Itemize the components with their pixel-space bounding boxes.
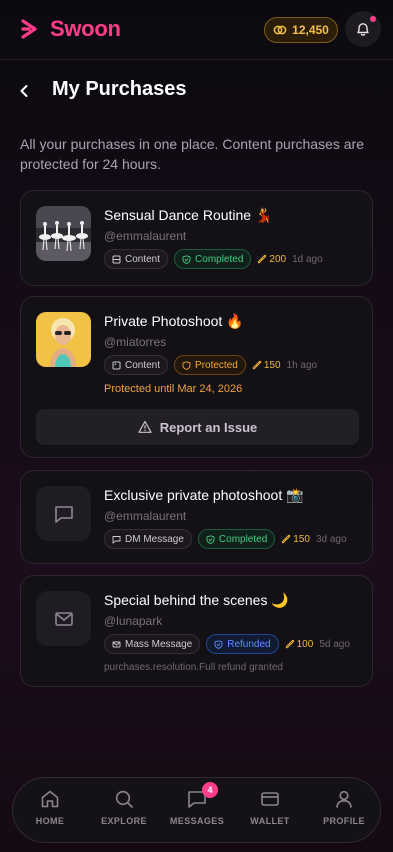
app-name: Swoon (50, 16, 121, 41)
status-label: Refunded (227, 638, 271, 650)
nav-wallet[interactable]: WALLET (235, 788, 305, 834)
envelope-icon (112, 641, 121, 647)
purchase-meta: Content Completed 200 1d ago (104, 249, 323, 269)
report-issue-button[interactable]: Report an Issue (36, 409, 359, 445)
type-chip: Content (104, 355, 169, 375)
logo-chevron-icon (21, 19, 37, 39)
price-value: 200 (269, 253, 287, 265)
creator-handle: @miatorres (104, 335, 167, 349)
status-label: Completed (218, 533, 268, 545)
back-button[interactable] (12, 79, 36, 103)
creator-handle: @emmalaurent (104, 229, 187, 243)
type-label: Mass Message (125, 638, 193, 650)
purchase-meta: DM Message Completed 150 3d ago (104, 529, 347, 549)
status-label: Protected (195, 359, 238, 371)
status-badge: Completed (174, 249, 252, 269)
purchase-meta: Content Protected 150 1h ago (104, 355, 317, 375)
nav-label: EXPLORE (101, 816, 147, 826)
purchase-title: Private Photoshoot 🔥 (104, 313, 244, 329)
warning-icon (138, 420, 152, 433)
nav-label: PROFILE (323, 816, 365, 826)
report-issue-label: Report an Issue (159, 419, 258, 435)
purchase-title: Exclusive private photoshoot 📸 (104, 487, 304, 503)
shield-icon (182, 360, 191, 370)
coin-icon (273, 25, 287, 35)
price: 100 (285, 638, 314, 650)
nav-label: HOME (35, 816, 65, 826)
type-label: Content (125, 253, 161, 265)
type-label: DM Message (125, 533, 184, 545)
check-shield-icon (214, 639, 223, 649)
coin-icon (282, 534, 291, 544)
purchase-card[interactable]: Private Photoshoot 🔥 @miatorres Content … (20, 296, 373, 458)
time-ago: 3d ago (315, 533, 347, 545)
nav-home[interactable]: HOME (15, 788, 85, 834)
coin-icon (285, 639, 294, 649)
check-shield-icon (182, 254, 191, 264)
protection-note: Protected until Mar 24, 2026 (104, 383, 243, 395)
type-chip: Content (104, 249, 169, 269)
image-icon (112, 361, 121, 369)
type-chip: Mass Message (104, 634, 201, 654)
profile-icon (336, 790, 352, 808)
app-logo[interactable]: Swoon (20, 16, 121, 42)
status-badge: Completed (197, 529, 276, 549)
check-shield-icon (206, 534, 215, 544)
top-bar: Swoon 12,450 (0, 0, 393, 60)
price: 150 (281, 534, 310, 545)
status-badge: Refunded (206, 634, 279, 654)
coin-balance-button[interactable]: 12,450 (264, 17, 338, 43)
purchase-card[interactable]: Sensual Dance Routine 💃 @emmalaurent Con… (20, 190, 373, 286)
resolution-text: purchases.resolution.Full refund granted (104, 662, 283, 673)
wallet-icon (261, 792, 279, 806)
coin-icon (258, 254, 267, 264)
ballet-dancers-image (36, 206, 91, 261)
nav-explore[interactable]: EXPLORE (89, 788, 159, 834)
purchase-title: Sensual Dance Routine 💃 (104, 207, 273, 223)
mass-message-thumbnail (36, 591, 91, 646)
nav-profile[interactable]: PROFILE (309, 788, 379, 834)
time-ago: 5d ago (319, 638, 350, 650)
purchase-meta: Mass Message Refunded 100 5d ago (104, 634, 350, 654)
price-value: 100 (296, 638, 314, 650)
purchase-card[interactable]: Exclusive private photoshoot 📸 @emmalaur… (20, 470, 373, 564)
coin-balance: 12,450 (292, 23, 329, 37)
status-label: Completed (195, 253, 244, 265)
chat-icon (112, 535, 121, 544)
unread-badge: 4 (202, 782, 218, 798)
price: 200 (257, 254, 286, 265)
dm-thumbnail (36, 486, 91, 541)
time-ago: 1h ago (286, 359, 318, 371)
woman-sunglasses-image (36, 312, 91, 367)
price-value: 150 (263, 359, 281, 371)
film-icon (112, 255, 121, 263)
nav-label: WALLET (250, 816, 290, 826)
price: 150 (252, 360, 281, 371)
purchase-title: Special behind the scenes 🌙 (104, 592, 289, 608)
creator-handle: @emmalaurent (104, 509, 187, 523)
mail-icon (54, 611, 73, 626)
nav-label: MESSAGES (169, 816, 225, 826)
bottom-nav: HOME EXPLORE 4 MESSAGES WALLET PROFILE (12, 777, 381, 843)
intro-text: All your purchases in one place. Content… (20, 136, 364, 172)
notifications-button[interactable] (345, 11, 381, 47)
type-chip: DM Message (104, 529, 192, 549)
status-badge: Protected (174, 355, 246, 375)
purchase-card[interactable]: Special behind the scenes 🌙 @lunapark Ma… (20, 575, 373, 687)
notification-dot (370, 16, 376, 22)
coin-icon (252, 360, 262, 370)
page-header: My Purchases (0, 76, 393, 106)
chat-bubble-icon (54, 505, 73, 523)
search-icon (115, 790, 133, 808)
home-icon (41, 790, 59, 808)
creator-handle: @lunapark (104, 614, 163, 628)
bell-icon (357, 23, 369, 36)
type-label: Content (125, 359, 161, 371)
chevron-left-icon (20, 85, 28, 97)
nav-messages[interactable]: 4 MESSAGES (162, 782, 232, 834)
time-ago: 1d ago (292, 253, 323, 265)
price-value: 150 (293, 533, 310, 545)
page-title: My Purchases (52, 78, 187, 100)
